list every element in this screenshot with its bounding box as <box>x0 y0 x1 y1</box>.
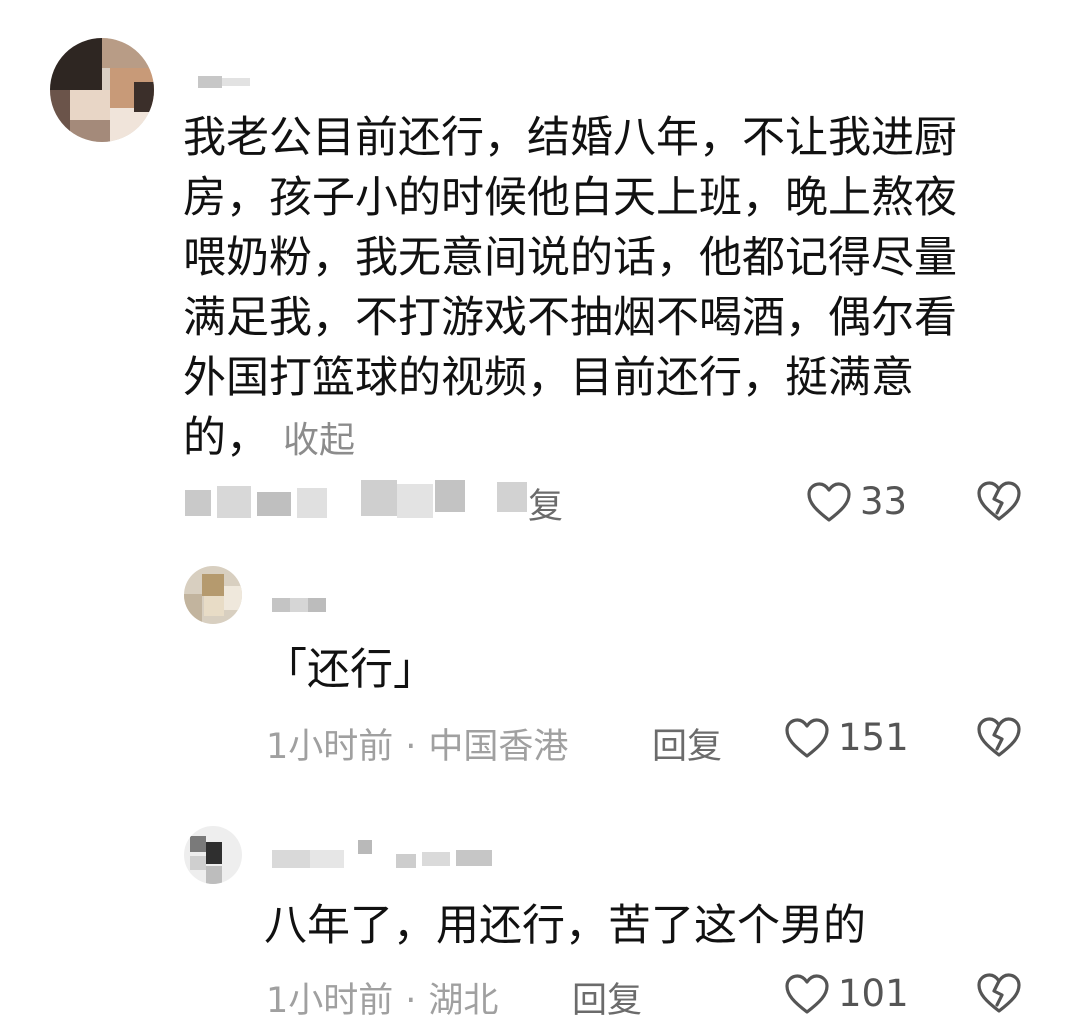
comment-body: 我老公目前还行，结婚八年，不让我进厨 房，孩子小的时候他白天上班，晚上熬夜 喂奶… <box>183 113 957 463</box>
reply-time: 1小时前 <box>266 727 394 767</box>
reply-time: 1小时前 <box>266 981 394 1021</box>
username-redacted[interactable] <box>272 598 326 612</box>
meta-redacted <box>185 480 575 522</box>
reply-button[interactable]: 复 <box>528 478 563 529</box>
heart-outline-icon <box>785 973 829 1014</box>
meta-separator: · <box>405 727 417 767</box>
dislike-button[interactable] <box>976 972 1022 1014</box>
like-count: 151 <box>838 716 909 759</box>
reply-meta: 1小时前 · 中国香港 <box>266 718 568 769</box>
reply-text: 八年了，用还行，苦了这个男的 <box>264 901 866 951</box>
comment-text: 我老公目前还行，结婚八年，不让我进厨 房，孩子小的时候他白天上班，晚上熬夜 喂奶… <box>183 108 1023 471</box>
heart-outline-icon <box>785 717 829 758</box>
broken-heart-icon <box>977 973 1021 1013</box>
like-count: 101 <box>838 972 909 1015</box>
username-redacted[interactable] <box>272 838 502 872</box>
broken-heart-icon <box>977 717 1021 757</box>
avatar[interactable] <box>184 566 242 624</box>
dislike-button[interactable] <box>976 480 1022 522</box>
like-button[interactable]: 33 <box>806 480 907 523</box>
like-button[interactable]: 101 <box>784 972 909 1015</box>
dislike-button[interactable] <box>976 716 1022 758</box>
avatar[interactable] <box>50 38 154 142</box>
broken-heart-icon <box>977 481 1021 521</box>
reply-meta: 1小时前 · 湖北 <box>266 972 498 1023</box>
reply-location: 湖北 <box>428 981 499 1021</box>
reply-location: 中国香港 <box>428 727 569 767</box>
reply-text: 「还行」 <box>264 645 436 695</box>
meta-separator: · <box>405 981 417 1021</box>
heart-outline-icon <box>807 481 851 522</box>
like-button[interactable]: 151 <box>784 716 909 759</box>
collapse-link[interactable]: 收起 <box>283 420 355 461</box>
like-count: 33 <box>860 480 908 523</box>
avatar[interactable] <box>184 826 242 884</box>
username-redacted[interactable] <box>198 76 250 88</box>
reply-button[interactable]: 回复 <box>572 972 642 1023</box>
reply-button[interactable]: 回复 <box>652 718 722 769</box>
